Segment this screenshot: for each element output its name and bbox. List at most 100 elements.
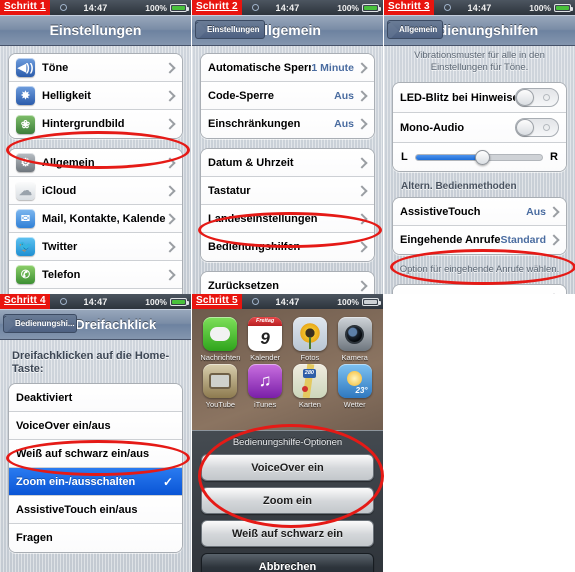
white-on-black-on-button[interactable]: Weiß auf schwarz ein (201, 520, 374, 547)
panel-schritt-5: Schritt 5 14:47 100% Nachrichten Freitag… (192, 294, 383, 572)
chevron-right-icon (356, 241, 368, 253)
row-einschraenkungen[interactable]: Einschränkungen Aus (201, 110, 374, 138)
app-label: YouTube (205, 400, 236, 409)
accessibility-group-c: Home-Dreifachklick Deaktiviert (392, 284, 567, 294)
back-button-3[interactable]: Allgemein (387, 20, 444, 39)
chevron-right-icon (356, 118, 368, 130)
audio-balance-slider[interactable] (414, 149, 544, 165)
app-grid: Nachrichten Freitag 9 Kalender Fotos Kam… (192, 309, 383, 409)
row-bedienungshilfen[interactable]: Bedienungshilfen (201, 233, 374, 261)
settings-group-2a: Automatische Sperre 1 Minute Code-Sperre… (200, 53, 375, 139)
app-kamera[interactable]: Kamera (332, 317, 377, 362)
option-deaktiviert[interactable]: Deaktiviert (9, 384, 182, 412)
row-label: Zoom ein-/ausschalten (16, 475, 136, 488)
row-code-sperre[interactable]: Code-Sperre Aus (201, 82, 374, 110)
option-weiss-auf-schwarz[interactable]: Weiß auf schwarz ein/aus (9, 440, 182, 468)
cancel-button[interactable]: Abbrechen (201, 553, 374, 572)
app-label: Kalender (250, 353, 281, 362)
app-karten[interactable]: 280 Karten (288, 364, 333, 409)
option-zoom[interactable]: Zoom ein-/ausschalten ✓ (9, 468, 182, 496)
battery-icon (362, 297, 381, 306)
empty-area (384, 294, 575, 572)
back-button-label: Bedienungshi... (15, 319, 75, 328)
row-mail-kontakte-kalender[interactable]: ✉ Mail, Kontakte, Kalender (9, 205, 182, 233)
app-label: Karten (298, 400, 321, 409)
row-led-blitz[interactable]: LED-Blitz bei Hinweisen (393, 83, 566, 113)
row-landeseinstellungen[interactable]: Landeseinstellungen (201, 205, 374, 233)
row-label: Bedienungshilfen (208, 241, 301, 253)
settings-group-1b: ⚙ Allgemein ☁ iCloud ✉ Mail, Kontakte, K… (8, 148, 183, 294)
row-assistivetouch[interactable]: AssistiveTouch Aus (393, 198, 566, 226)
row-hintergrundbild[interactable]: ❀ Hintergrundbild (9, 110, 182, 138)
chevron-right-icon (164, 184, 176, 197)
calendar-icon: Freitag 9 (248, 317, 283, 351)
app-label: Nachrichten (200, 353, 241, 362)
brightness-icon: ✸ (16, 86, 35, 105)
row-automatische-sperre[interactable]: Automatische Sperre 1 Minute (201, 54, 374, 82)
nav-bar-2: Einstellungen Allgemein (192, 15, 383, 46)
app-wetter[interactable]: 23° Wetter (332, 364, 377, 409)
led-flash-toggle[interactable] (515, 88, 559, 107)
back-button-2[interactable]: Einstellungen (195, 20, 266, 39)
row-label: Telefon (42, 268, 81, 281)
row-helligkeit[interactable]: ✸ Helligkeit (9, 82, 182, 110)
youtube-icon (203, 364, 238, 398)
row-icloud[interactable]: ☁ iCloud (9, 177, 182, 205)
row-label: Automatische Sperre (208, 61, 312, 74)
app-nachrichten[interactable]: Nachrichten (198, 317, 243, 362)
row-label: Helligkeit (42, 89, 91, 102)
app-label: iTunes (254, 400, 277, 409)
row-home-dreifachklick[interactable]: Home-Dreifachklick Deaktiviert (393, 285, 566, 294)
battery-percent: 100% (145, 296, 167, 307)
chevron-right-icon (548, 234, 560, 246)
mono-audio-toggle[interactable] (515, 118, 559, 137)
app-label: Kamera (341, 353, 368, 362)
row-label: Code-Sperre (208, 89, 275, 102)
row-allgemein[interactable]: ⚙ Allgemein (9, 149, 182, 177)
option-assistivetouch[interactable]: AssistiveTouch ein/aus (9, 496, 182, 524)
row-label: Deaktiviert (16, 391, 73, 404)
zoom-on-button[interactable]: Zoom ein (201, 487, 374, 514)
row-zuruecksetzen[interactable]: Zurücksetzen (201, 272, 374, 294)
accessibility-group-b: AssistiveTouch Aus Eingehende Anrufe Sta… (392, 197, 567, 255)
panel-schritt-4: Schritt 4 14:47 100% Bedienungshi... Hom… (0, 294, 191, 572)
status-right-5: 100% (337, 297, 383, 307)
panel-schritt-3: Schritt 3 14:47 100% Allgemein Bedienung… (384, 0, 575, 294)
row-eingehende-anrufe[interactable]: Eingehende Anrufe Standard (393, 226, 566, 254)
screenshot-root: Schritt 1 14:47 100% Einstellungen ◀)) T… (0, 0, 575, 572)
option-voiceover[interactable]: VoiceOver ein/aus (9, 412, 182, 440)
row-tastatur[interactable]: Tastatur (201, 177, 374, 205)
app-youtube[interactable]: YouTube (198, 364, 243, 409)
app-fotos[interactable]: Fotos (288, 317, 333, 362)
panel-schritt-2: Schritt 2 14:47 100% Einstellungen Allge… (192, 0, 383, 294)
row-label: Mail, Kontakte, Kalender (42, 212, 166, 225)
nav-bar-3: Allgemein Bedienungshilfen (384, 15, 575, 46)
app-kalender[interactable]: Freitag 9 Kalender (243, 317, 288, 362)
row-label: Mono-Audio (400, 121, 465, 134)
row-mono-audio[interactable]: Mono-Audio (393, 113, 566, 143)
row-toene[interactable]: ◀)) Töne (9, 54, 182, 82)
action-sheet-title: Bedienungshilfe-Optionen (232, 437, 343, 448)
back-button-4[interactable]: Bedienungshi... (3, 314, 77, 333)
chevron-right-icon (356, 61, 368, 74)
row-telefon[interactable]: ✆ Telefon (9, 261, 182, 289)
row-datum-uhrzeit[interactable]: Datum & Uhrzeit (201, 149, 374, 177)
status-right-1: 100% (145, 3, 191, 13)
vibration-note: Vibrationsmuster für alle in den Einstel… (414, 50, 545, 73)
row-label: VoiceOver ein/aus (16, 419, 111, 432)
home-screen: Nachrichten Freitag 9 Kalender Fotos Kam… (192, 309, 383, 572)
accessibility-group-a: LED-Blitz bei Hinweisen Mono-Audio L R (392, 82, 567, 172)
nav-bar-4: Bedienungshi... Home-Dreifachklick (0, 309, 191, 340)
option-fragen[interactable]: Fragen (9, 524, 182, 552)
voiceover-on-button[interactable]: VoiceOver ein (201, 454, 374, 481)
sounds-icon: ◀)) (16, 58, 35, 77)
chevron-right-icon (164, 118, 176, 130)
row-twitter[interactable]: 🐦 Twitter (9, 233, 182, 261)
status-bar-4: Schritt 4 14:47 100% (0, 294, 191, 309)
slider-right-label: R (550, 151, 558, 163)
app-itunes[interactable]: iTunes (243, 364, 288, 409)
chevron-right-icon (164, 156, 176, 169)
row-label: AssistiveTouch ein/aus (16, 503, 138, 516)
audio-balance-slider-row[interactable]: L R (393, 143, 566, 171)
camera-icon (337, 317, 372, 351)
